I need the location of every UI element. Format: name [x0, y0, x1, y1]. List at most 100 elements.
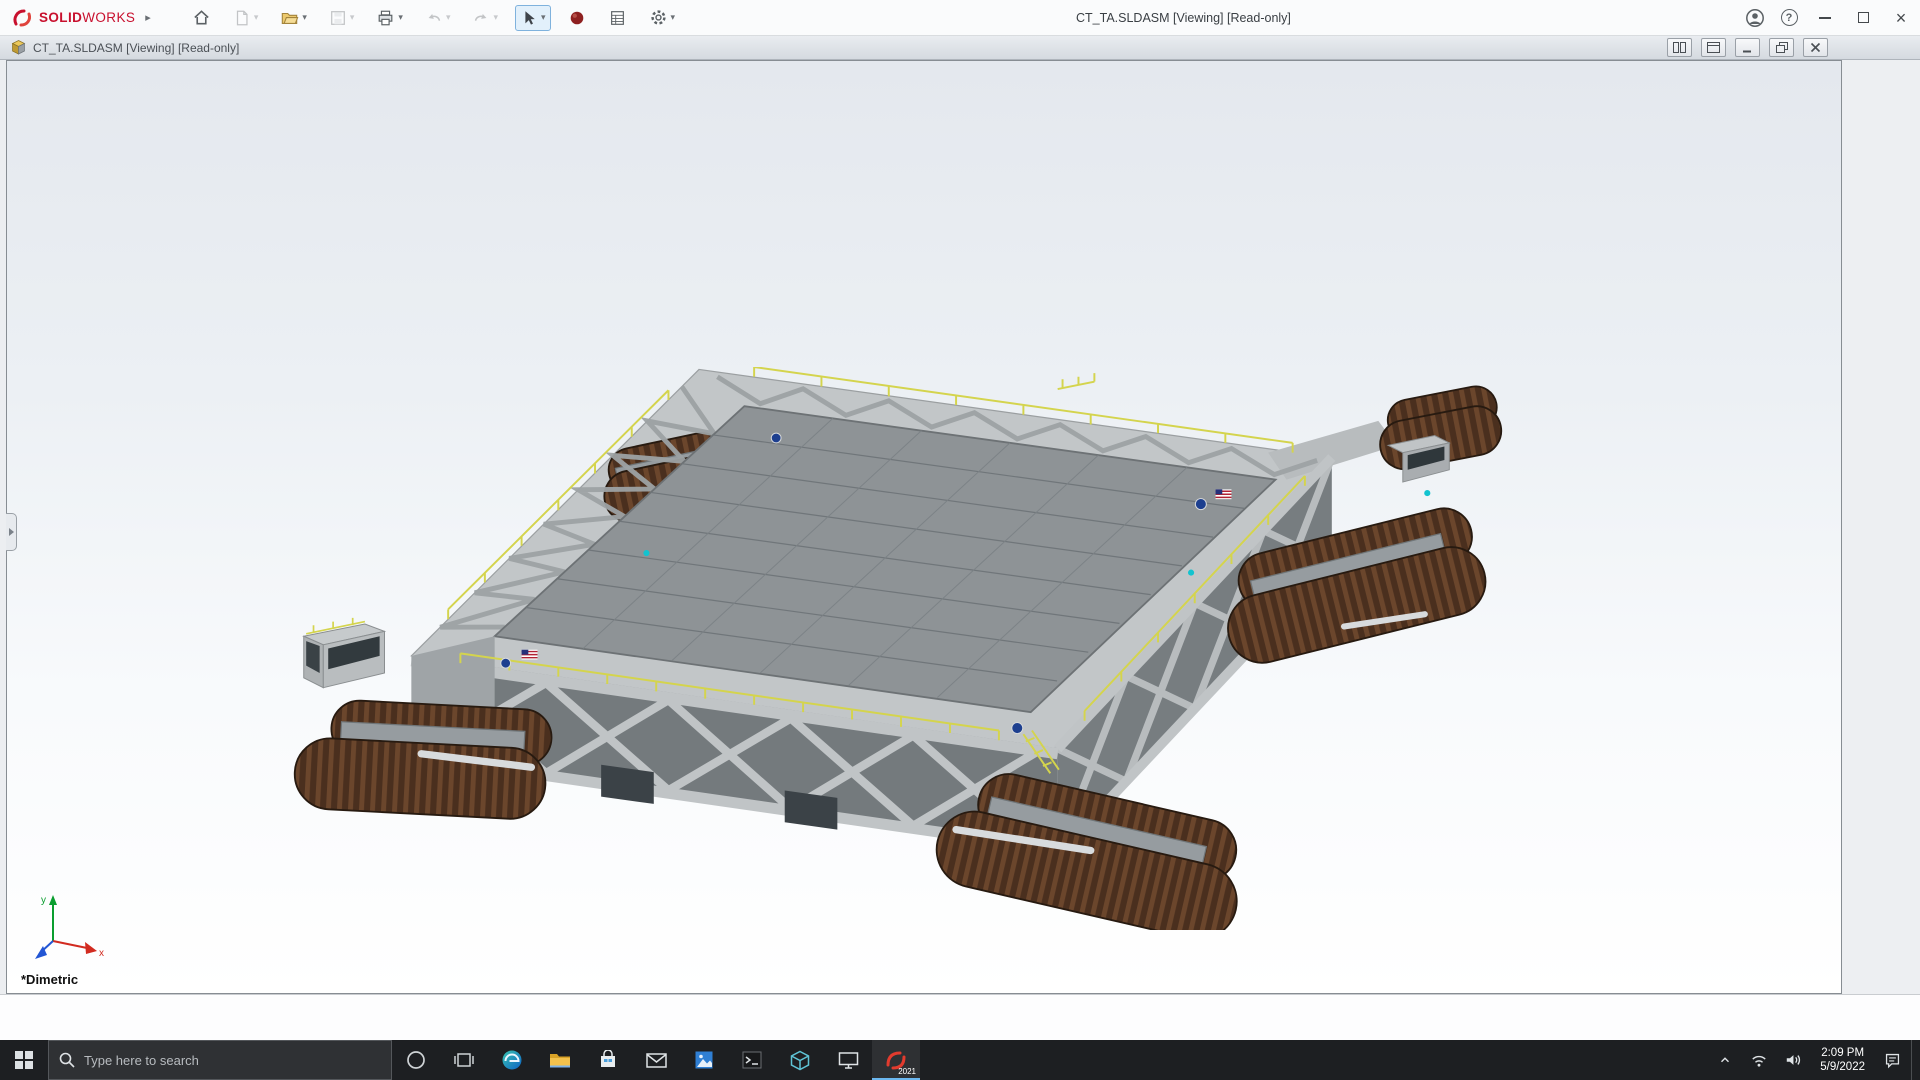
windows-start-icon [15, 1051, 33, 1069]
show-desktop-button[interactable] [1911, 1040, 1918, 1080]
app-titlebar: SOLIDWORKS ▸ ▾ ▾ ▾ ▾ ▾ ▾ ▾ ▾ CT_TA.SLDAS… [0, 0, 1920, 36]
display-button[interactable] [824, 1040, 872, 1080]
brand-light: WORKS [82, 10, 136, 25]
hidden-icons-button[interactable] [1710, 1040, 1740, 1080]
close-button[interactable]: × [1882, 0, 1920, 35]
action-center-button[interactable] [1877, 1040, 1907, 1080]
brand-text: SOLIDWORKS [39, 10, 135, 25]
start-button[interactable] [0, 1040, 48, 1080]
file-explorer-button[interactable] [536, 1040, 584, 1080]
doc-restore-button[interactable] [1769, 38, 1794, 57]
cortana-button[interactable] [392, 1040, 440, 1080]
minimize-icon [1819, 16, 1831, 19]
print-icon [379, 10, 393, 25]
doc-minimize-button[interactable] [1735, 38, 1760, 57]
task-view-icon [454, 1053, 474, 1067]
command-prompt-button[interactable] [728, 1040, 776, 1080]
solidworks-version-badge: 2021 [898, 1067, 916, 1076]
redo-icon [475, 13, 487, 21]
save-icon [330, 10, 345, 25]
dropdown-arrow-icon: ▾ [541, 12, 546, 22]
open-button[interactable]: ▾ [275, 5, 312, 31]
split-view-button[interactable] [1667, 38, 1692, 57]
doc-close-button[interactable] [1803, 38, 1828, 57]
dropdown-arrow-icon: ▾ [493, 12, 498, 22]
system-tray: 2:09 PM 5/9/2022 [1710, 1040, 1920, 1080]
cortana-icon [407, 1051, 425, 1069]
orientation-triad: y x [35, 895, 104, 959]
save-button[interactable]: ▾ [324, 5, 360, 31]
volume-button[interactable] [1778, 1040, 1808, 1080]
print-button[interactable]: ▾ [371, 5, 408, 31]
triad-y-label: y [41, 895, 46, 906]
split-view-icon [1673, 42, 1686, 53]
model-track-front-left[interactable] [293, 697, 553, 820]
taskbar-search[interactable] [48, 1040, 392, 1080]
document-window-controls [1667, 38, 1828, 57]
task-pane-strip [1843, 60, 1920, 994]
taskbar-clock[interactable]: 2:09 PM 5/9/2022 [1812, 1046, 1873, 1074]
search-input[interactable] [84, 1052, 381, 1068]
photos-icon [695, 1051, 713, 1069]
screen: SOLIDWORKS ▸ ▾ ▾ ▾ ▾ ▾ ▾ ▾ ▾ CT_TA.SLDAS… [0, 0, 1920, 1080]
main-toolbar: ▾ ▾ ▾ ▾ ▾ ▾ ▾ ▾ [187, 4, 680, 31]
select-tool-button[interactable]: ▾ [515, 4, 551, 31]
doc-minimize-icon [1742, 50, 1751, 52]
solidworks-taskbar-button[interactable]: 2021 [872, 1040, 920, 1080]
material-sphere-icon [570, 11, 583, 24]
edge-button[interactable] [488, 1040, 536, 1080]
assembly-document-icon [11, 40, 26, 55]
doc-restore-icon [1775, 42, 1788, 53]
home-button[interactable] [187, 4, 216, 31]
store-button[interactable] [584, 1040, 632, 1080]
select-cursor-icon [525, 10, 535, 25]
home-icon [194, 10, 209, 25]
tile-view-icon [1707, 42, 1720, 53]
dropdown-arrow-icon: ▾ [670, 12, 676, 22]
new-document-button[interactable]: ▾ [228, 5, 264, 31]
search-icon [59, 1052, 75, 1068]
toolbar-expand-arrow[interactable]: ▸ [143, 11, 161, 24]
maximize-icon [1857, 12, 1869, 23]
doc-close-icon [1810, 42, 1821, 53]
crawler-3d-model[interactable] [289, 367, 1513, 930]
open-folder-icon [282, 12, 299, 24]
maximize-button[interactable] [1844, 0, 1882, 35]
task-view-button[interactable] [440, 1040, 488, 1080]
new-document-icon [236, 10, 248, 25]
minimize-button[interactable] [1806, 0, 1844, 35]
network-button[interactable] [1744, 1040, 1774, 1080]
feature-panel-collapse-tab[interactable] [6, 513, 17, 551]
action-center-icon [1885, 1053, 1899, 1068]
dropdown-arrow-icon: ▾ [398, 12, 403, 22]
undo-icon [428, 13, 441, 21]
document-titlebar: CT_TA.SLDASM [Viewing] [Read-only] [0, 36, 1920, 60]
dassault-systemes-logo-icon [13, 9, 31, 26]
model-front-cab[interactable] [302, 617, 387, 689]
help-button[interactable]: ? [1772, 0, 1806, 35]
document-title: CT_TA.SLDASM [Viewing] [Read-only] [33, 40, 240, 55]
photos-button[interactable] [680, 1040, 728, 1080]
options-button[interactable]: ▾ [644, 4, 681, 31]
close-icon: × [1895, 7, 1907, 28]
account-button[interactable] [1738, 0, 1772, 35]
clock-date: 5/9/2022 [1820, 1061, 1865, 1073]
undo-button[interactable]: ▾ [420, 5, 456, 31]
network-wifi-icon [1752, 1055, 1766, 1067]
titlebar-controls: ? × [1738, 0, 1920, 35]
graphics-viewport[interactable]: y x *Dimetric [6, 60, 1842, 994]
triad-x-label: x [99, 948, 104, 959]
dropdown-arrow-icon: ▾ [445, 12, 451, 22]
redo-button[interactable]: ▾ [467, 5, 503, 31]
evaluate-button[interactable] [603, 5, 632, 31]
3d-viewer-button[interactable] [776, 1040, 824, 1080]
store-icon [601, 1050, 615, 1067]
tile-view-button[interactable] [1701, 38, 1726, 57]
material-button[interactable] [563, 5, 591, 31]
brand-bold: SOLID [39, 10, 83, 25]
volume-icon [1787, 1055, 1801, 1065]
account-icon [1746, 8, 1764, 27]
solidworks-logo: SOLIDWORKS [0, 9, 143, 27]
3d-viewer-icon [790, 1050, 810, 1070]
mail-button[interactable] [632, 1040, 680, 1080]
